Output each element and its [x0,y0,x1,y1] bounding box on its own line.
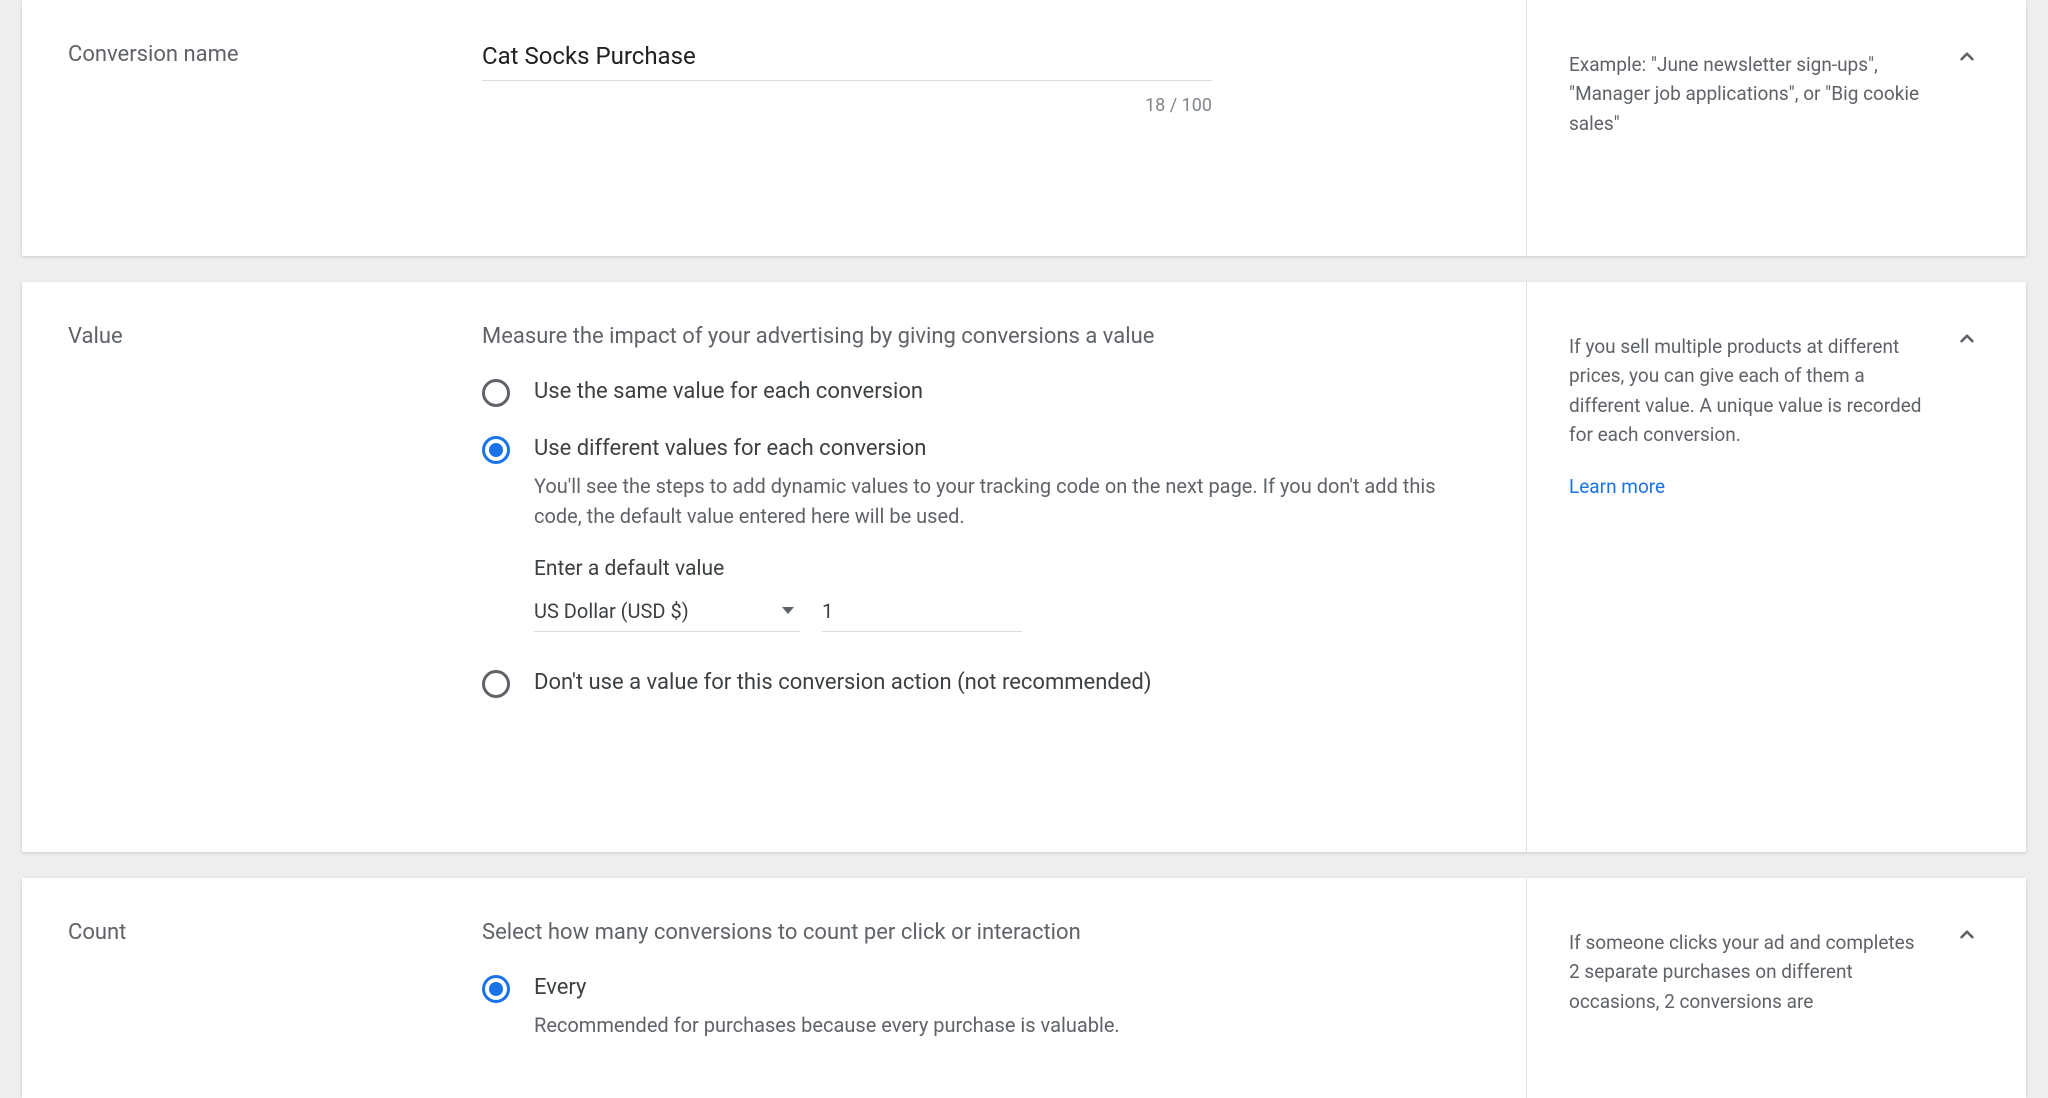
default-value-input[interactable] [822,595,1022,632]
mid-col: Select how many conversions to count per… [417,878,1526,1098]
default-value-label: Enter a default value [534,557,1486,581]
chevron-up-icon[interactable] [1954,326,1980,352]
help-panel: If someone clicks your ad and completes … [1526,878,2026,1098]
radio-icon [482,379,510,407]
radio-no-value[interactable]: Don't use a value for this conversion ac… [482,668,1486,699]
count-label: Count [68,920,417,945]
chevron-up-icon[interactable] [1954,44,1980,70]
help-text: Example: "June newsletter sign-ups", "Ma… [1569,50,1926,138]
currency-select[interactable]: US Dollar (USD $) [534,595,800,632]
dropdown-icon [782,607,794,614]
learn-more-link[interactable]: Learn more [1569,472,1665,501]
mid-col: Measure the impact of your advertising b… [417,282,1526,852]
radio-label: Use the same value for each conversion [534,377,1486,408]
left-col: Value [22,282,417,852]
conversion-name-card: Conversion name 18 / 100 Example: "June … [22,0,2026,256]
conversion-name-input[interactable] [482,40,1212,81]
radio-count-every[interactable]: Every Recommended for purchases because … [482,973,1486,1040]
radio-label: Every [534,973,1486,1004]
radio-same-value[interactable]: Use the same value for each conversion [482,377,1486,408]
char-count: 18 / 100 [482,95,1212,116]
currency-value: US Dollar (USD $) [534,599,689,623]
count-card: Count Select how many conversions to cou… [22,878,2026,1098]
radio-sublabel: Recommended for purchases because every … [534,1010,1486,1040]
left-col: Count [22,878,417,1098]
radio-label: Don't use a value for this conversion ac… [534,668,1486,699]
value-description: Measure the impact of your advertising b… [482,324,1486,349]
radio-icon [482,436,510,464]
radio-label: Use different values for each conversion [534,434,1486,465]
value-label: Value [68,324,417,349]
count-description: Select how many conversions to count per… [482,920,1486,945]
help-text: If someone clicks your ad and completes … [1569,928,1926,1016]
left-col: Conversion name [22,0,417,256]
help-panel: If you sell multiple products at differe… [1526,282,2026,852]
radio-sublabel: You'll see the steps to add dynamic valu… [534,471,1486,531]
conversion-name-label: Conversion name [68,42,417,67]
help-panel: Example: "June newsletter sign-ups", "Ma… [1526,0,2026,256]
radio-different-value[interactable]: Use different values for each conversion… [482,434,1486,632]
mid-col: 18 / 100 [417,0,1526,256]
radio-icon [482,975,510,1003]
radio-icon [482,670,510,698]
chevron-up-icon[interactable] [1954,922,1980,948]
value-card: Value Measure the impact of your adverti… [22,282,2026,852]
help-text: If you sell multiple products at differe… [1569,332,1926,450]
